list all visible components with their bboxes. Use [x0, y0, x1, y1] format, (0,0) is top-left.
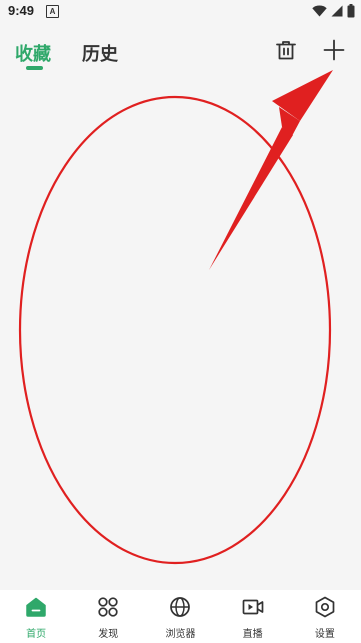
- status-bar: 9:49 A: [0, 0, 361, 24]
- signal-icon: [331, 5, 343, 17]
- trash-icon: [276, 41, 296, 60]
- globe-icon: [170, 597, 191, 617]
- nav-home[interactable]: 首页: [0, 590, 72, 643]
- bottom-nav: 首页 发现 浏览器 直播 设置: [0, 590, 361, 643]
- discover-grid-icon: [98, 597, 118, 617]
- tab-favorites[interactable]: 收藏: [15, 40, 51, 66]
- notification-icon: A: [46, 5, 59, 18]
- header: 收藏 历史: [0, 24, 361, 80]
- tab-history[interactable]: 历史: [82, 40, 118, 66]
- nav-label-live: 直播: [242, 629, 263, 640]
- plus-icon: [323, 39, 345, 61]
- nav-label-discover: 发现: [98, 629, 119, 640]
- nav-label-home: 首页: [26, 629, 47, 640]
- nav-discover[interactable]: 发现: [72, 590, 144, 643]
- home-icon: [26, 597, 46, 617]
- favorites-list-empty: [0, 80, 361, 590]
- delete-button[interactable]: [274, 38, 298, 62]
- battery-icon: [347, 4, 355, 18]
- wifi-icon: [312, 5, 327, 17]
- nav-settings[interactable]: 设置: [289, 590, 361, 643]
- app-screen: 9:49 A 收藏 历史 首页 发现 浏览器 直播 设置: [0, 0, 361, 643]
- live-video-icon: [242, 599, 264, 615]
- nav-label-settings: 设置: [314, 629, 335, 640]
- nav-browser[interactable]: 浏览器: [144, 590, 216, 643]
- status-icons: [312, 3, 355, 19]
- nav-live[interactable]: 直播: [217, 590, 289, 643]
- tab-active-indicator: [26, 66, 43, 70]
- status-time: 9:49: [8, 3, 35, 18]
- settings-hex-icon: [315, 596, 335, 618]
- nav-label-browser: 浏览器: [165, 629, 196, 640]
- add-button[interactable]: [322, 38, 346, 62]
